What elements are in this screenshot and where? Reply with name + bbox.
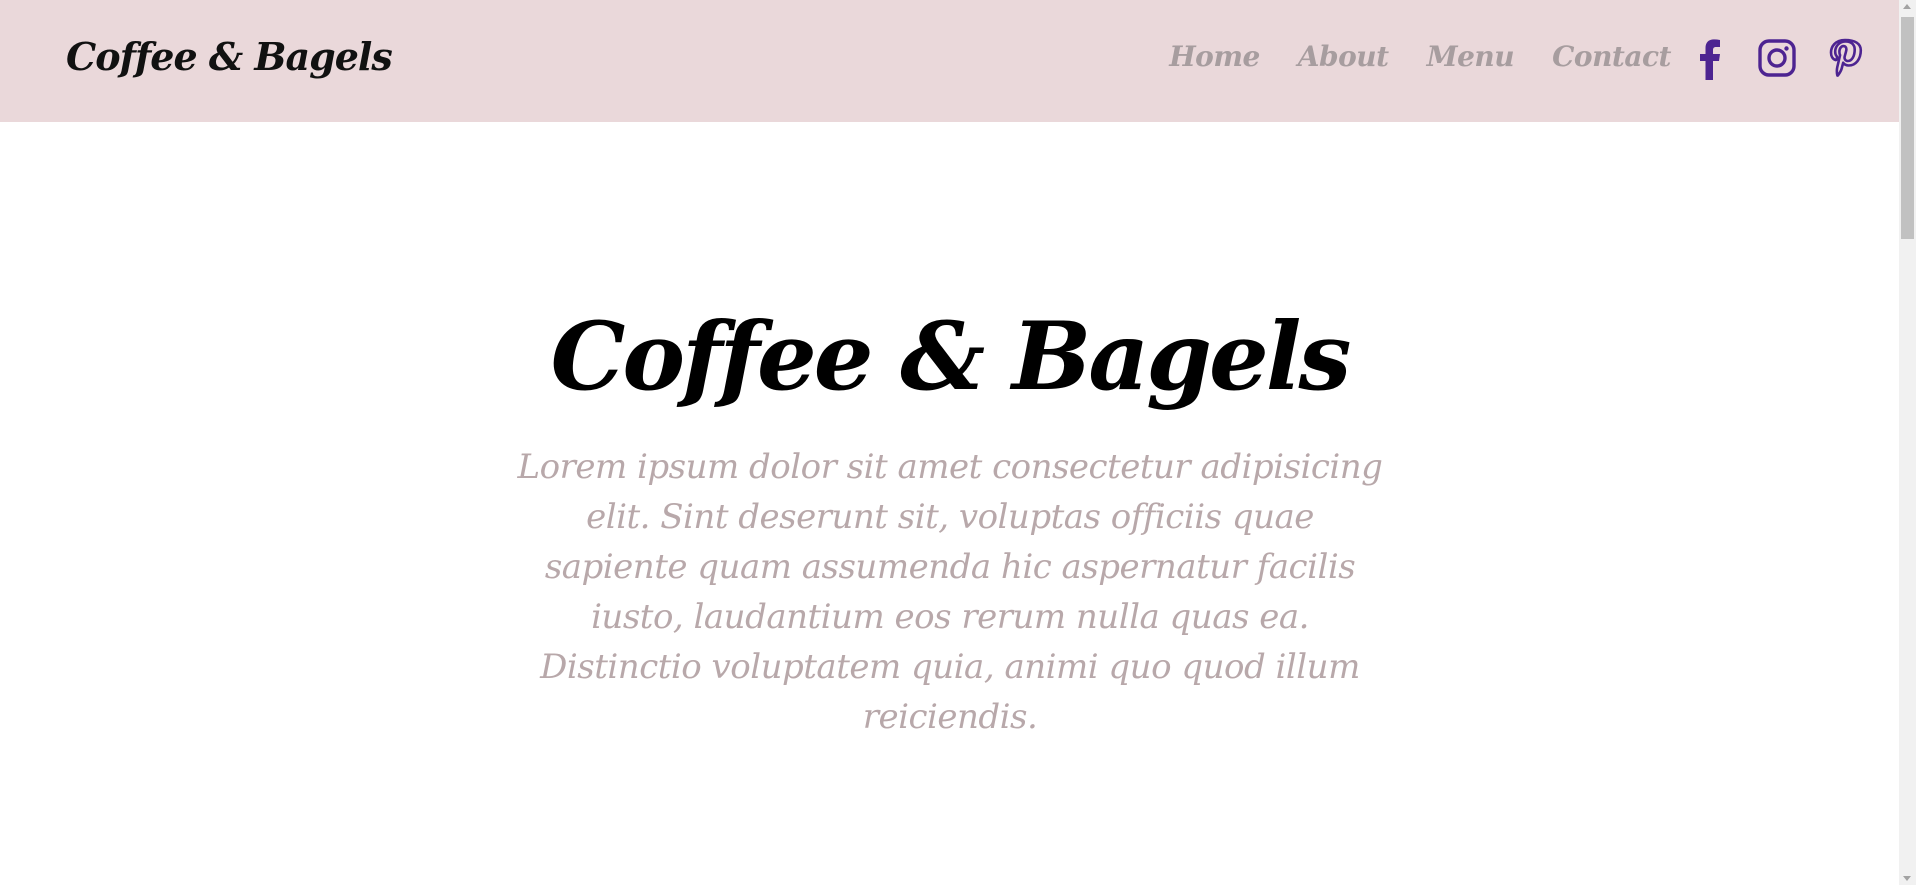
scroll-down-arrow-icon[interactable]	[1903, 876, 1911, 881]
nav-link-menu[interactable]: Menu	[1427, 40, 1515, 73]
social-links	[1689, 36, 1865, 80]
nav-link-about[interactable]: About	[1298, 40, 1389, 73]
vertical-scrollbar[interactable]	[1899, 0, 1916, 885]
scroll-up-arrow-icon[interactable]	[1903, 4, 1911, 9]
nav-links: Home About Menu Contact	[1169, 40, 1671, 73]
hero-description: Lorem ipsum dolor sit amet consectetur a…	[517, 447, 1383, 737]
hero-section: Coffee & Bagels Lorem ipsum dolor sit am…	[0, 122, 1899, 885]
nav-link-home[interactable]: Home	[1169, 40, 1260, 73]
nav-link-contact[interactable]: Contact	[1552, 40, 1671, 73]
scroll-thumb[interactable]	[1901, 17, 1914, 239]
instagram-icon[interactable]	[1757, 36, 1797, 80]
navbar: Coffee & Bagels Home About Menu Contact	[0, 0, 1899, 122]
pinterest-icon[interactable]	[1825, 36, 1865, 80]
facebook-icon[interactable]	[1689, 36, 1729, 80]
hero-title: Coffee & Bagels	[550, 302, 1352, 412]
brand-logo[interactable]: Coffee & Bagels	[66, 34, 393, 79]
